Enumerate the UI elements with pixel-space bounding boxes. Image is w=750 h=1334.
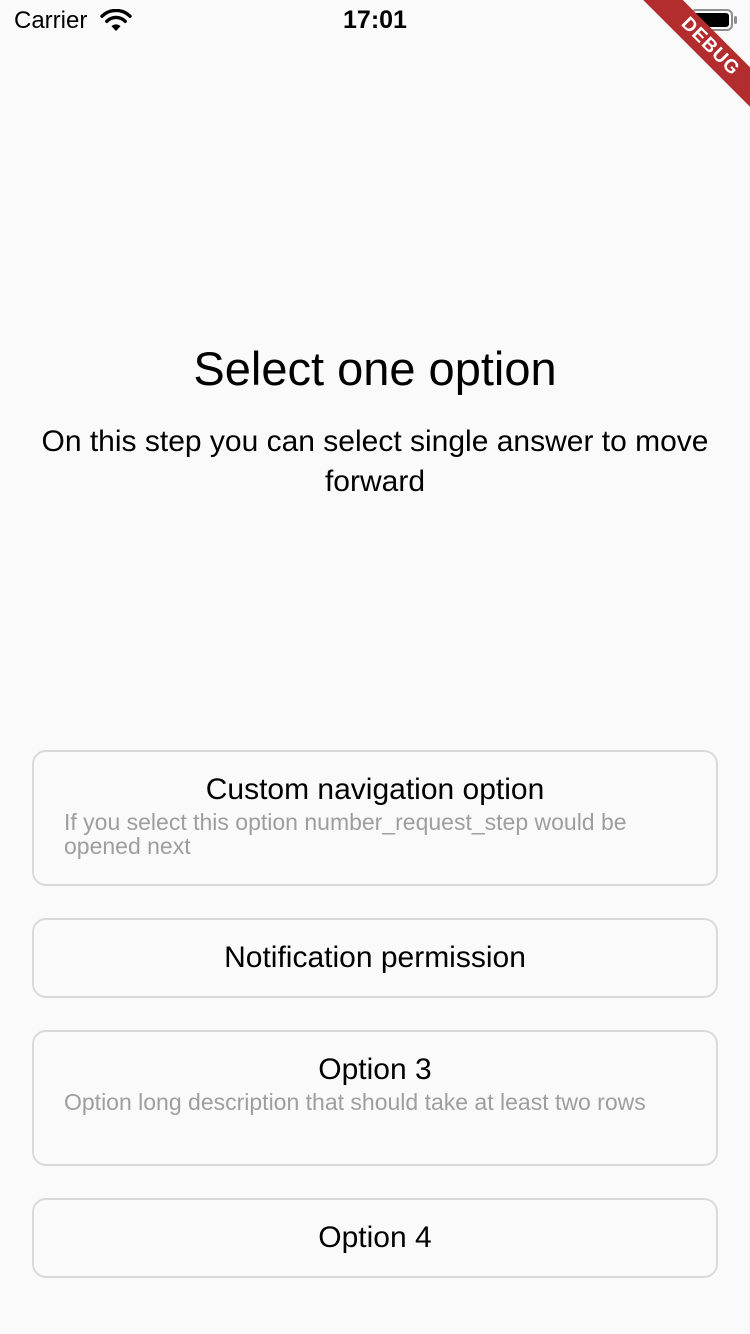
battery-icon	[690, 9, 737, 31]
option-4[interactable]: Option 4	[32, 1198, 718, 1278]
option-notification-permission[interactable]: Notification permission	[32, 918, 718, 998]
option-label: Notification permission	[224, 941, 526, 974]
status-time: 17:01	[343, 6, 407, 34]
option-label: Custom navigation option	[205, 773, 545, 806]
option-3[interactable]: Option 3 Option long description that sh…	[32, 1030, 718, 1166]
option-label: Option 3	[318, 1053, 432, 1086]
status-bar: Carrier 17:01	[0, 0, 750, 40]
option-custom-navigation[interactable]: Custom navigation option If you select t…	[32, 750, 718, 886]
option-description: Option long description that should take…	[64, 1089, 646, 1115]
option-description: If you select this option number_request…	[64, 809, 627, 859]
page-title: Select one option	[193, 342, 557, 395]
page-subtitle: On this step you can select single answe…	[41, 425, 709, 498]
option-label: Option 4	[318, 1221, 432, 1254]
